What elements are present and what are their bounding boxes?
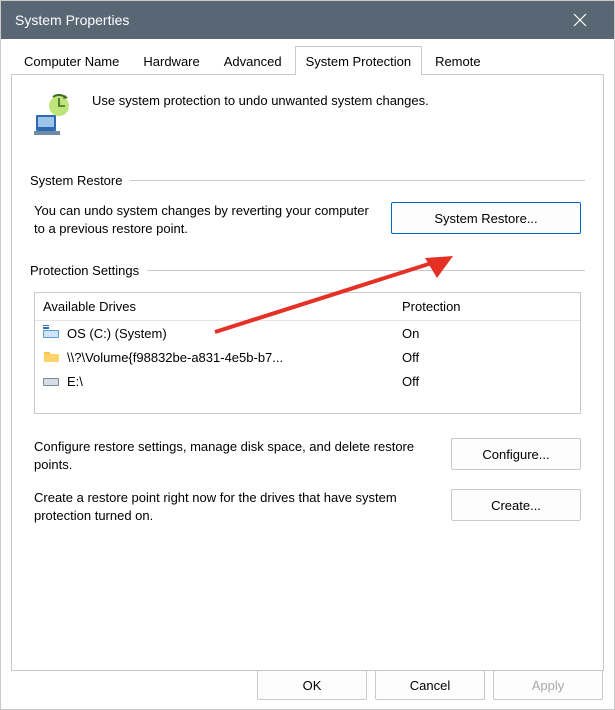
system-restore-button[interactable]: System Restore... [391, 202, 581, 234]
tab-system-protection[interactable]: System Protection [295, 46, 423, 75]
col-drives: Available Drives [43, 299, 402, 314]
divider [130, 180, 585, 181]
tab-bar: Computer Name Hardware Advanced System P… [11, 45, 604, 75]
create-button[interactable]: Create... [451, 489, 581, 521]
apply-button[interactable]: Apply [493, 670, 603, 700]
table-row[interactable]: \\?\Volume{f98832be-a831-4e5b-b7... Off [35, 345, 580, 369]
close-icon[interactable] [558, 2, 602, 38]
drive-name: OS (C:) (System) [67, 326, 396, 341]
drive-status: On [402, 326, 572, 341]
disk-system-icon [43, 325, 61, 341]
group-protection-settings: Protection Settings Available Drives Pro… [30, 263, 585, 524]
drives-table: Available Drives Protection OS (C:) (Sys… [34, 292, 581, 414]
tab-content: Use system protection to undo unwanted s… [11, 75, 604, 671]
drive-status: Off [402, 350, 572, 365]
drive-status: Off [402, 374, 572, 389]
header-text: Use system protection to undo unwanted s… [92, 93, 429, 108]
group-system-restore: System Restore You can undo system chang… [30, 173, 585, 237]
create-desc: Create a restore point right now for the… [34, 489, 433, 524]
restore-desc: You can undo system changes by reverting… [34, 202, 373, 237]
group-title-restore: System Restore [30, 173, 122, 188]
tab-remote[interactable]: Remote [424, 46, 492, 75]
table-header: Available Drives Protection [35, 293, 580, 321]
divider [147, 270, 585, 271]
table-row[interactable]: OS (C:) (System) On [35, 321, 580, 345]
table-row[interactable]: E:\ Off [35, 369, 580, 393]
tab-hardware[interactable]: Hardware [132, 46, 210, 75]
ok-button[interactable]: OK [257, 670, 367, 700]
drive-name: E:\ [67, 374, 396, 389]
drive-name: \\?\Volume{f98832be-a831-4e5b-b7... [67, 350, 396, 365]
cancel-button[interactable]: Cancel [375, 670, 485, 700]
configure-desc: Configure restore settings, manage disk … [34, 438, 433, 473]
titlebar: System Properties [1, 1, 614, 39]
window-title: System Properties [15, 12, 558, 28]
disk-icon [43, 373, 61, 389]
folder-icon [43, 349, 61, 365]
system-protection-icon [30, 93, 78, 141]
tab-computer-name[interactable]: Computer Name [13, 46, 130, 75]
configure-button[interactable]: Configure... [451, 438, 581, 470]
dialog-footer: OK Cancel Apply [0, 670, 615, 700]
group-title-protection: Protection Settings [30, 263, 139, 278]
col-protection: Protection [402, 299, 572, 314]
tab-advanced[interactable]: Advanced [213, 46, 293, 75]
